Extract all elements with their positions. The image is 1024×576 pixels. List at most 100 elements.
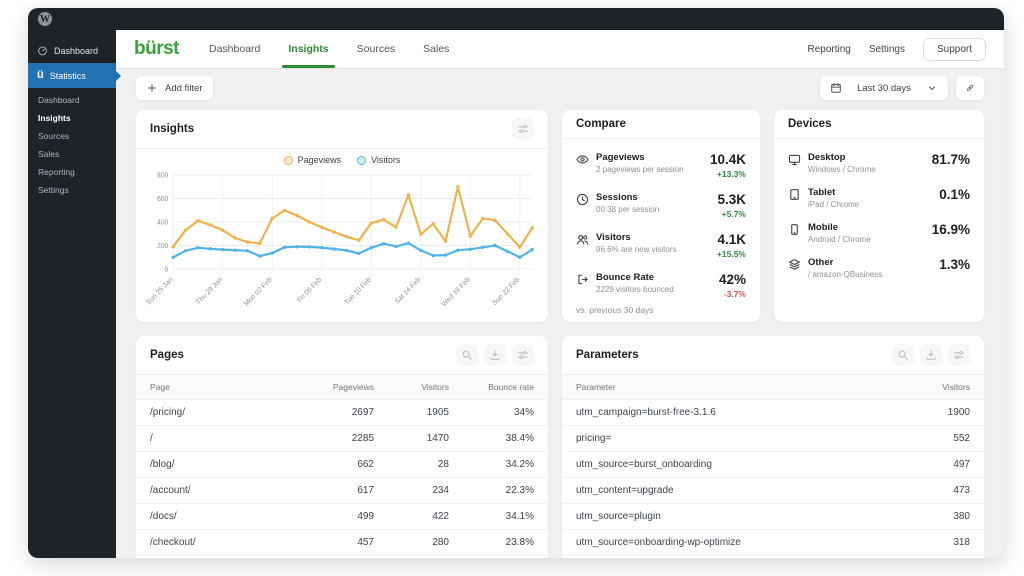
legend-item-pageviews[interactable]: Pageviews xyxy=(283,155,341,165)
pages-table-body: /pricing/2697 1905 34% / 2285 1470 38.4% /blog/… xyxy=(136,400,548,558)
submenu-item-dashboard[interactable]: Dashboard xyxy=(28,91,116,109)
card-title: Pages xyxy=(150,349,184,361)
search-icon xyxy=(462,350,472,360)
visitors-swatch xyxy=(357,155,367,165)
submenu-item-sales[interactable]: Sales xyxy=(28,145,116,163)
visitors-cell: 552 xyxy=(953,433,970,444)
column-header[interactable]: Visitors xyxy=(900,382,970,392)
link-icon xyxy=(966,84,974,92)
tab-sources[interactable]: Sources xyxy=(343,30,410,68)
statistics-submenu: Dashboard Insights Sources Sales Reporting Se… xyxy=(28,88,116,205)
table-row: utm_source=burst_onboarding 497 xyxy=(562,452,984,478)
device-row-desktop: Desktop Windows / Chrome 81.7% xyxy=(788,145,970,180)
tab-sales[interactable]: Sales xyxy=(409,30,463,68)
filter-bar: Add filter Last 30 days xyxy=(116,68,1004,108)
pageviews-cell: 457 xyxy=(357,537,374,548)
column-header[interactable]: Page xyxy=(150,382,289,392)
kpi-title: Tablet xyxy=(808,187,836,198)
card-title: Compare xyxy=(576,118,626,130)
parameter-cell: pricing= xyxy=(576,433,612,444)
eye-icon xyxy=(576,152,596,171)
parameter-cell: utm_source=onboarding-wp-optimize xyxy=(576,537,741,548)
page-cell: /checkout/ xyxy=(150,537,196,548)
sidebar-item-dashboard[interactable]: Dashboard xyxy=(28,38,116,63)
kpi-value: 1.3% xyxy=(939,257,970,272)
column-header[interactable]: Pageviews xyxy=(289,382,374,392)
svg-text:0: 0 xyxy=(164,266,168,273)
table-row: /checkout/457 280 23.8% xyxy=(136,530,548,556)
pages-card: Pages Page Pageviews Visitors Bounce rat… xyxy=(136,336,548,558)
kpi-value: 5.3K xyxy=(717,192,746,207)
download-icon xyxy=(926,350,936,360)
settings-link[interactable]: Settings xyxy=(869,44,905,55)
device-row-mobile: Mobile Android / Chrome 16.9% xyxy=(788,215,970,250)
share-link-button[interactable] xyxy=(956,76,984,100)
bounce-rate-cell: 23.8% xyxy=(505,537,534,548)
pages-table-header: Page Pageviews Visitors Bounce rate xyxy=(136,375,548,400)
reporting-link[interactable]: Reporting xyxy=(807,44,850,55)
kpi-delta: +15.5% xyxy=(716,249,746,259)
pages-download-button[interactable] xyxy=(484,344,506,366)
svg-text:Sun 22 Feb: Sun 22 Feb xyxy=(492,276,522,307)
visitors-cell: 497 xyxy=(953,459,970,470)
support-button[interactable]: Support xyxy=(922,37,986,61)
table-row: utm_content=upgrade 473 xyxy=(562,478,984,504)
app-window: W Dashboard ü Statistics Dashboard Insigh… xyxy=(28,8,1004,558)
parameters-options-button[interactable] xyxy=(948,344,970,366)
pages-search-button[interactable] xyxy=(456,344,478,366)
devices-card: Devices Desktop Windows / Chrome 81.7% Ta… xyxy=(774,110,984,322)
sliders-icon xyxy=(518,351,528,359)
device-row-other: Other / amazon-QBusiness 1.3% xyxy=(788,250,970,285)
wordpress-logo-icon[interactable]: W xyxy=(38,12,52,26)
submenu-item-reporting[interactable]: Reporting xyxy=(28,163,116,181)
pageviews-cell: 2697 xyxy=(351,407,374,418)
wp-admin-bar: W xyxy=(28,8,1004,30)
visitors-icon xyxy=(576,232,596,251)
chevron-down-icon xyxy=(928,86,936,90)
svg-text:Mon 02 Feb: Mon 02 Feb xyxy=(243,276,274,307)
visitors-cell: 28 xyxy=(437,459,449,470)
column-header[interactable]: Parameter xyxy=(576,382,900,392)
legend-item-visitors[interactable]: Visitors xyxy=(357,155,400,165)
add-filter-label: Add filter xyxy=(165,82,203,94)
submenu-item-insights[interactable]: Insights xyxy=(28,109,116,127)
compare-row-visitors: Visitors 96.6% are new visitors 4.1K +15.5… xyxy=(576,225,746,265)
add-filter-button[interactable]: Add filter xyxy=(136,76,213,100)
tab-insights[interactable]: Insights xyxy=(274,30,342,68)
parameters-search-button[interactable] xyxy=(892,344,914,366)
submenu-item-sources[interactable]: Sources xyxy=(28,127,116,145)
page-cell: /pricing/ xyxy=(150,407,186,418)
table-row: /definition/what-is-cookieless-tracking/… xyxy=(136,556,548,558)
chart-options-button[interactable] xyxy=(512,118,534,140)
svg-text:Tue 10 Feb: Tue 10 Feb xyxy=(343,276,372,306)
kpi-delta: +13.3% xyxy=(716,169,746,179)
pageviews-cell: 662 xyxy=(357,459,374,470)
main-tabs: Dashboard Insights Sources Sales xyxy=(195,30,463,68)
kpi-subtitle: / amazon-QBusiness xyxy=(808,270,883,279)
date-range-button[interactable]: Last 30 days xyxy=(820,76,948,100)
pages-options-button[interactable] xyxy=(512,344,534,366)
kpi-title: Mobile xyxy=(808,222,839,233)
submenu-item-settings[interactable]: Settings xyxy=(28,181,116,199)
column-header[interactable]: Bounce rate xyxy=(449,382,534,392)
parameters-table-body: utm_campaign=burst-free-3.1.6 1900 pricing… xyxy=(562,400,984,558)
legend-label: Visitors xyxy=(371,155,401,165)
parameter-cell: utm_content=upgrade xyxy=(576,485,674,496)
kpi-value: 81.7% xyxy=(931,152,970,167)
parameter-cell: utm_source=plugin xyxy=(576,511,661,522)
column-header[interactable]: Visitors xyxy=(374,382,449,392)
table-row: /blog/662 28 34.2% xyxy=(136,452,548,478)
visitors-cell: 1905 xyxy=(426,407,449,418)
visitors-cell: 318 xyxy=(953,537,970,548)
kpi-subtitle: 2 pageviews per session xyxy=(596,165,684,174)
bounce-rate-cell: 22.3% xyxy=(505,485,534,496)
svg-text:Fri 06 Feb: Fri 06 Feb xyxy=(296,276,323,304)
kpi-delta: +5.7% xyxy=(721,209,746,219)
sidebar-item-statistics[interactable]: ü Statistics xyxy=(28,63,116,88)
clock-icon xyxy=(576,192,596,211)
device-row-tablet: Tablet iPad / Chrome 0.1% xyxy=(788,180,970,215)
kpi-title: Pageviews xyxy=(596,152,645,163)
visitors-cell: 1470 xyxy=(426,433,449,444)
tab-dashboard[interactable]: Dashboard xyxy=(195,30,274,68)
parameters-download-button[interactable] xyxy=(920,344,942,366)
